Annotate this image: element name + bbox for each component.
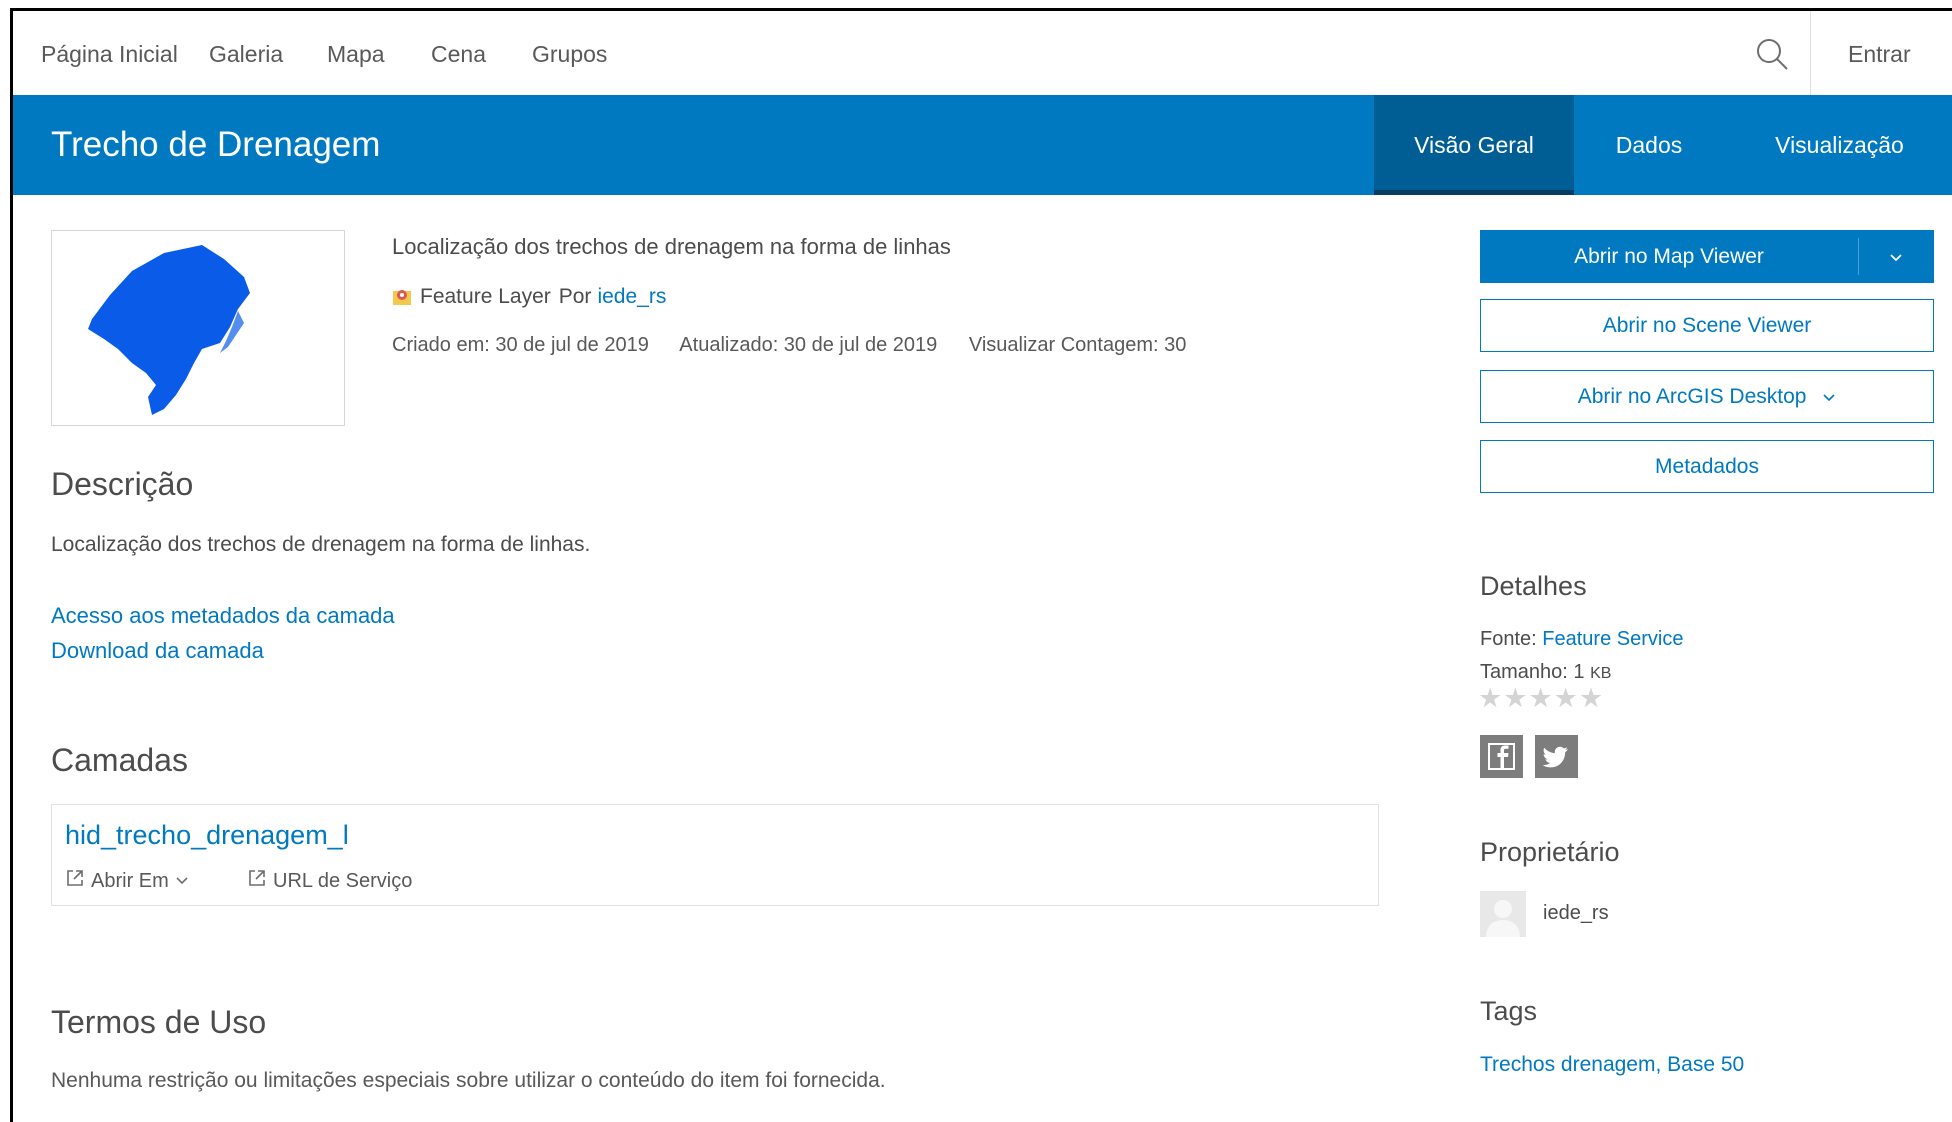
nav-groups[interactable]: Grupos [532, 41, 607, 68]
view-count: Visualizar Contagem: 30 [968, 334, 1187, 356]
nav-gallery[interactable]: Galeria [209, 41, 283, 68]
size-row: Tamanho: 1 KB [1480, 661, 1611, 684]
nav-map[interactable]: Mapa [327, 41, 385, 68]
tags-list-link[interactable]: Trechos drenagem, Base 50 [1480, 1053, 1744, 1077]
nav-scene[interactable]: Cena [431, 41, 486, 68]
item-summary: Localização dos trechos de drenagem na f… [392, 234, 951, 259]
open-map-viewer-button[interactable]: Abrir no Map Viewer [1480, 230, 1934, 283]
chevron-down-icon [1822, 372, 1836, 423]
owner-heading: Proprietário [1480, 837, 1620, 867]
top-nav: Página Inicial Galeria Mapa Cena Grupos … [13, 11, 1952, 95]
tab-overview[interactable]: Visão Geral [1374, 95, 1574, 195]
source-link[interactable]: Feature Service [1542, 628, 1683, 650]
page-title: Trecho de Drenagem [51, 125, 381, 164]
service-url-label: URL de Serviço [273, 869, 413, 892]
facebook-icon[interactable] [1480, 735, 1523, 778]
source-row: Fonte: Feature Service [1480, 628, 1683, 651]
item-header: Trecho de Drenagem Visão Geral Dados Vis… [13, 95, 1952, 195]
rating-stars[interactable]: ★★★★★ [1478, 683, 1604, 714]
rating-star-icon[interactable]: ★ [1478, 683, 1503, 713]
chevron-down-icon [175, 870, 189, 893]
updated-date: Atualizado: 30 de jul de 2019 [679, 334, 938, 356]
source-label: Fonte: [1480, 628, 1537, 650]
rating-star-icon[interactable]: ★ [1554, 683, 1579, 713]
app-frame: Página Inicial Galeria Mapa Cena Grupos … [10, 8, 1952, 1122]
layer-name-link[interactable]: hid_trecho_drenagem_l [65, 820, 349, 851]
item-thumbnail [51, 230, 345, 426]
size-unit: KB [1590, 665, 1612, 682]
feature-layer-icon [392, 287, 412, 307]
rating-star-icon[interactable]: ★ [1528, 683, 1553, 713]
open-arcgis-desktop-button[interactable]: Abrir no ArcGIS Desktop [1480, 370, 1934, 423]
tab-data[interactable]: Dados [1574, 95, 1724, 195]
description-text: Localização dos trechos de drenagem na f… [51, 533, 591, 556]
service-url-link[interactable]: URL de Serviço [247, 868, 412, 894]
item-meta: Criado em: 30 de jul de 2019 Atualizado:… [392, 334, 1212, 357]
signin-link[interactable]: Entrar [1848, 41, 1911, 68]
terms-heading: Termos de Uso [51, 1004, 267, 1040]
external-link-icon [247, 868, 267, 894]
download-layer-link[interactable]: Download da camada [51, 638, 264, 664]
chevron-down-icon[interactable] [1858, 230, 1934, 283]
item-type-line: Feature Layer Por iede_rs [392, 285, 666, 309]
tags-heading: Tags [1480, 996, 1538, 1026]
nav-home[interactable]: Página Inicial [41, 41, 178, 68]
owner-name-link[interactable]: iede_rs [1543, 902, 1609, 925]
item-by-label: Por [558, 285, 592, 308]
details-heading: Detalhes [1480, 571, 1587, 601]
item-type: Feature Layer [420, 285, 551, 308]
open-map-viewer-label[interactable]: Abrir no Map Viewer [1480, 230, 1858, 283]
created-date: Criado em: 30 de jul de 2019 [392, 334, 649, 356]
avatar [1480, 891, 1526, 937]
size-value: 1 [1573, 661, 1585, 683]
layer-card: hid_trecho_drenagem_l Abrir Em URL de Se… [51, 804, 1379, 906]
open-scene-viewer-button[interactable]: Abrir no Scene Viewer [1480, 299, 1934, 352]
open-arcgis-desktop-label: Abrir no ArcGIS Desktop [1577, 385, 1807, 408]
metadata-access-link[interactable]: Acesso aos metadados da camada [51, 603, 395, 629]
open-in-label: Abrir Em [91, 869, 169, 892]
external-link-icon [65, 868, 85, 894]
rating-star-icon[interactable]: ★ [1579, 683, 1604, 713]
item-owner-link[interactable]: iede_rs [597, 285, 666, 309]
size-label: Tamanho: [1480, 661, 1568, 683]
open-in-dropdown[interactable]: Abrir Em [65, 868, 189, 894]
metadata-button[interactable]: Metadados [1480, 440, 1934, 493]
layers-heading: Camadas [51, 742, 188, 778]
twitter-icon[interactable] [1535, 735, 1578, 778]
search-icon[interactable] [1753, 35, 1793, 75]
description-heading: Descrição [51, 466, 194, 502]
nav-divider [1810, 11, 1811, 95]
terms-text: Nenhuma restrição ou limitações especiai… [51, 1069, 886, 1092]
rating-star-icon[interactable]: ★ [1503, 683, 1528, 713]
tab-visualization[interactable]: Visualização [1724, 95, 1952, 195]
